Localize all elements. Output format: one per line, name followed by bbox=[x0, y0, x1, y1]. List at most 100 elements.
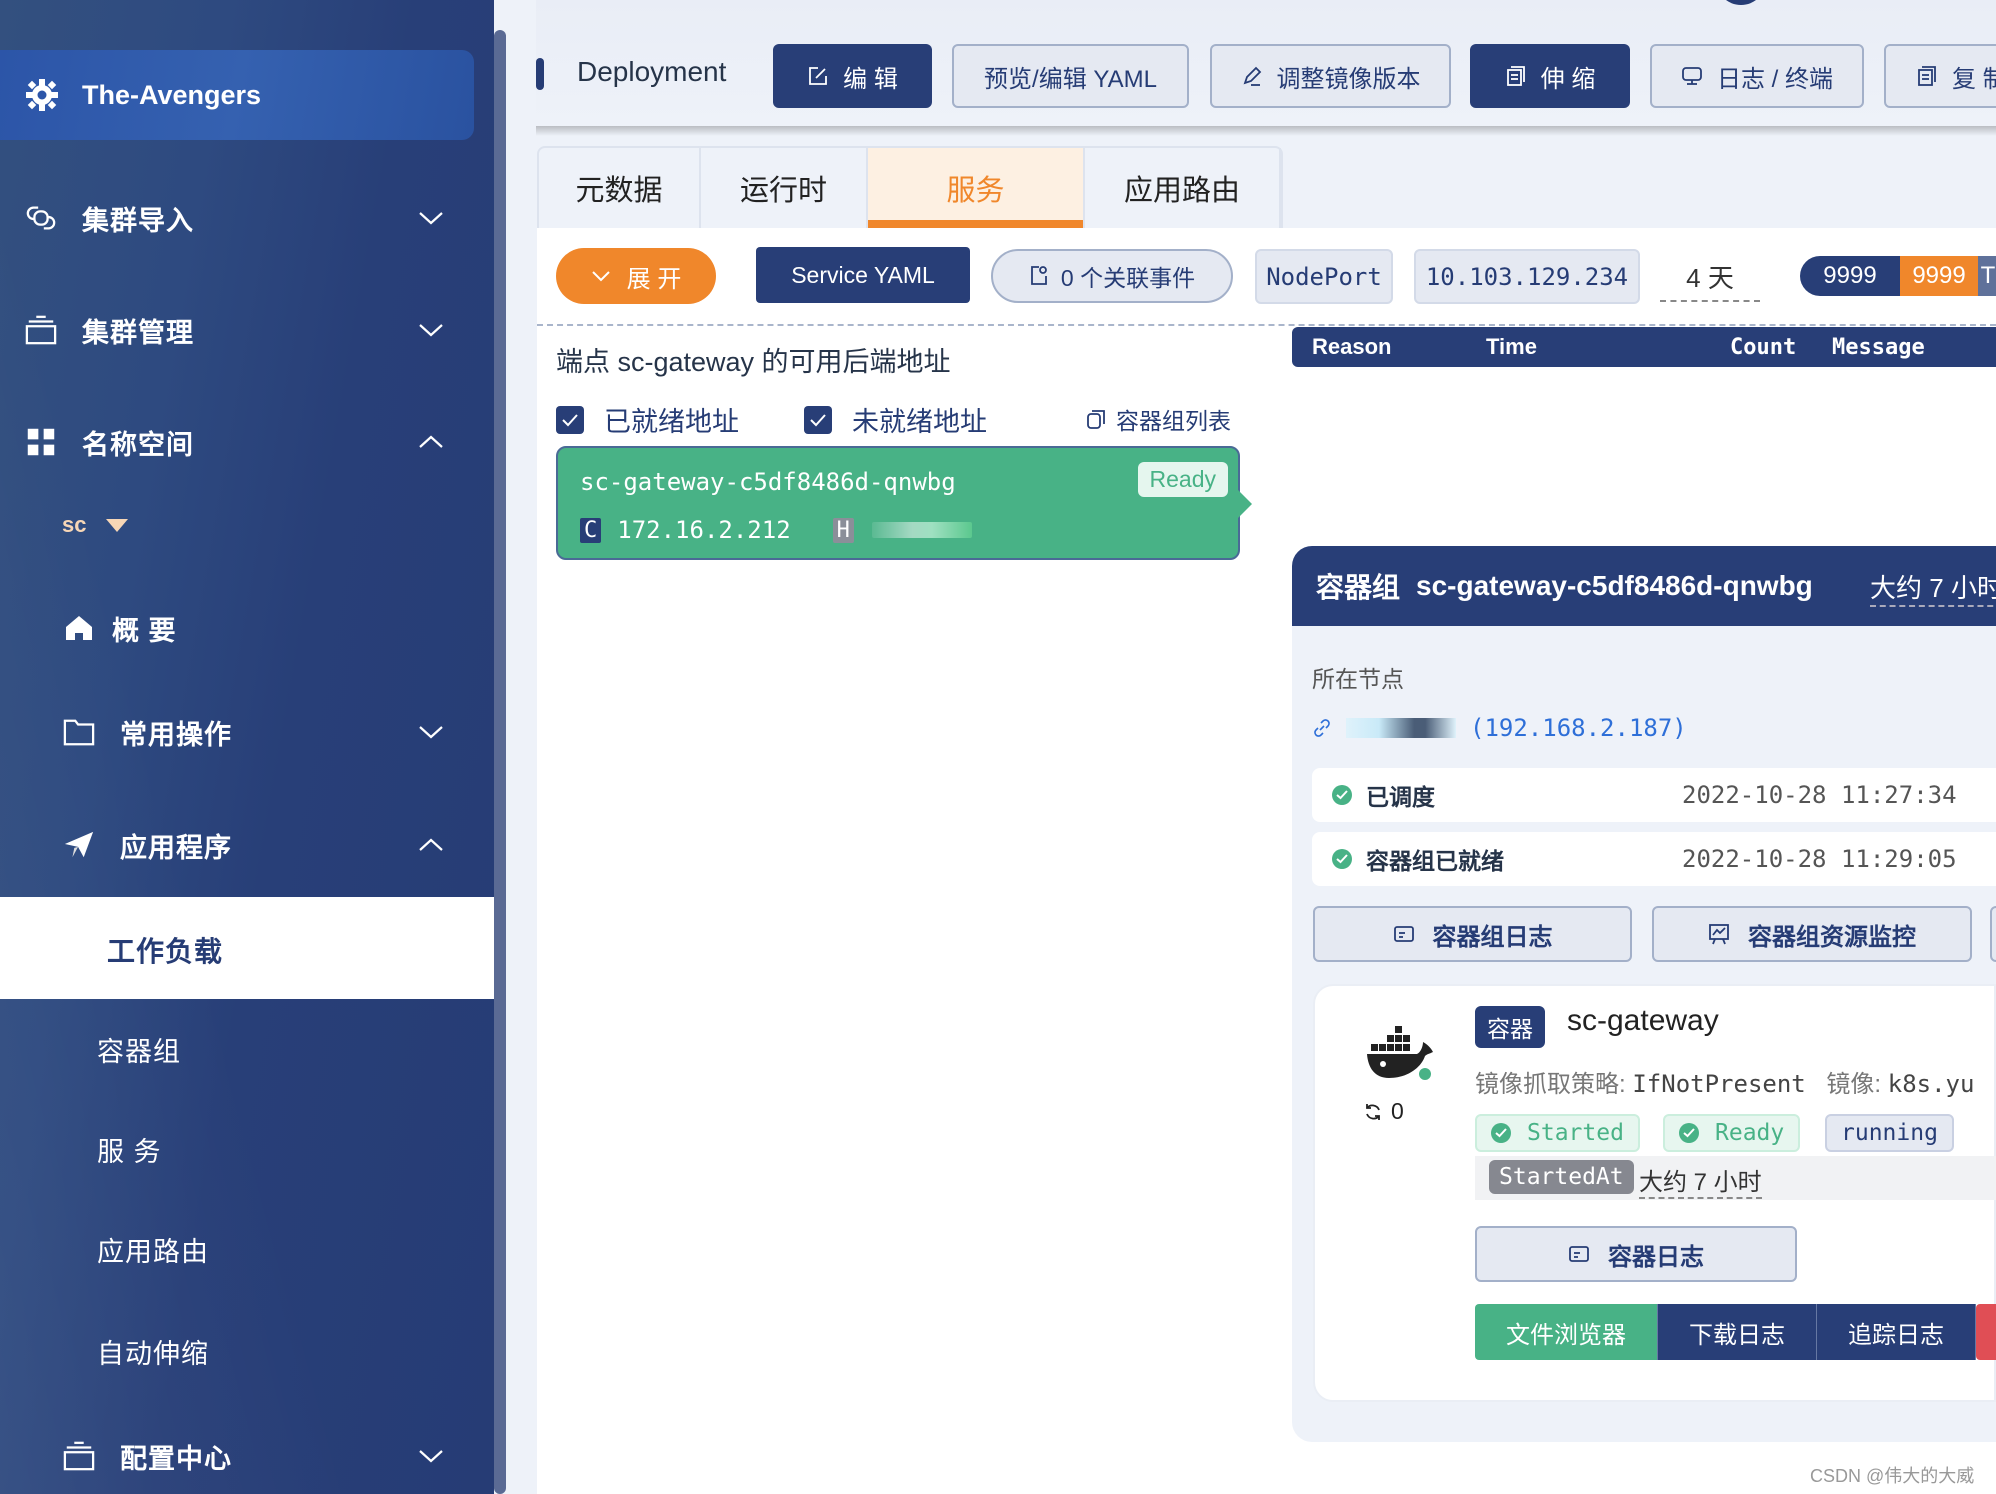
chevron-down-icon bbox=[419, 324, 443, 337]
endpoints-title: 端点 sc-gateway 的可用后端地址 bbox=[556, 347, 951, 377]
kind-indicator bbox=[536, 58, 544, 90]
pod-list-link[interactable]: 容器组列表 bbox=[1086, 402, 1231, 436]
folder-icon bbox=[62, 715, 96, 749]
service-type-chip: NodePort bbox=[1255, 249, 1393, 304]
node-label: 所在节点 bbox=[1312, 666, 1404, 692]
copy-icon bbox=[1506, 66, 1525, 86]
sidebar-item-autoscale[interactable]: 自动伸缩 bbox=[97, 1332, 209, 1371]
follow-logs-button[interactable]: 追踪日志 bbox=[1817, 1304, 1976, 1360]
log-icon bbox=[1393, 926, 1414, 942]
detail-tabs: 元数据 运行时 服务 应用路由 bbox=[537, 146, 1283, 228]
redacted-node-name bbox=[1346, 718, 1456, 738]
check-circle-icon bbox=[1491, 1123, 1511, 1143]
sidebar-item-ingress[interactable]: 应用路由 bbox=[97, 1230, 209, 1269]
col-count: Count bbox=[1730, 334, 1797, 360]
protocol: T bbox=[1978, 256, 1996, 296]
endpoint-status-badge: Ready bbox=[1137, 462, 1228, 497]
sidebar-item-pods[interactable]: 容器组 bbox=[97, 1030, 181, 1069]
chevron-up-icon bbox=[419, 838, 443, 851]
expand-button[interactable]: 展 开 bbox=[556, 248, 716, 304]
col-message: Message bbox=[1832, 334, 1925, 360]
copy-icon bbox=[1087, 410, 1105, 429]
logs-terminal-button[interactable]: 日志 / 终端 bbox=[1650, 44, 1864, 108]
cluster-ip-chip: 10.103.129.234 bbox=[1414, 249, 1640, 304]
container-action-bar: 文件浏览器 下载日志 追踪日志 bbox=[1475, 1304, 1996, 1360]
sidebar-scrollbar[interactable] bbox=[494, 30, 506, 1494]
check-circle-icon bbox=[1679, 1123, 1699, 1143]
condition-scheduled: 已调度 2022-10-28 11:27:34 bbox=[1312, 768, 1996, 822]
chevron-down-icon bbox=[419, 1450, 443, 1463]
yaml-button[interactable]: 预览/编辑 YAML bbox=[952, 44, 1189, 108]
sidebar-item-overview[interactable]: 概 要 bbox=[0, 598, 494, 658]
pod-more-button[interactable] bbox=[1990, 906, 1996, 962]
edit-icon bbox=[809, 67, 828, 85]
link-icon bbox=[1314, 719, 1330, 737]
sidebar-item-cluster-manage[interactable]: 集群管理 bbox=[0, 300, 494, 360]
container-tag: 容器 bbox=[1475, 1006, 1545, 1048]
toolbar-shadow bbox=[536, 126, 1996, 136]
tab-runtime[interactable]: 运行时 bbox=[701, 148, 868, 228]
started-at-label: StartedAt bbox=[1489, 1160, 1634, 1194]
namespace-select[interactable]: sc bbox=[62, 512, 129, 538]
cluster-brand[interactable]: The-Avengers bbox=[0, 50, 474, 140]
pod-age: 大约 7 小时 bbox=[1870, 568, 1996, 607]
adjust-image-button[interactable]: 调整镜像版本 bbox=[1210, 44, 1451, 108]
tab-ingress[interactable]: 应用路由 bbox=[1085, 148, 1281, 228]
gear-icon bbox=[24, 77, 60, 113]
endpoint-pod-name: sc-gateway-c5df8486d-qnwbg bbox=[580, 468, 956, 496]
chevron-down-icon bbox=[591, 271, 610, 282]
target-port: 9999 bbox=[1900, 256, 1978, 296]
bell-icon bbox=[1031, 266, 1047, 285]
sidebar-item-applications[interactable]: 应用程序 bbox=[0, 815, 494, 875]
paper-plane-icon bbox=[62, 828, 96, 862]
sidebar-item-workload-active[interactable] bbox=[0, 897, 494, 999]
chevron-down-icon bbox=[419, 212, 443, 225]
condition-ready: 容器组已就绪 2022-10-28 11:29:05 bbox=[1312, 832, 1996, 886]
chevron-up-icon bbox=[419, 435, 443, 448]
endpoint-ip: 172.16.2.212 bbox=[617, 516, 791, 544]
started-at-value: 大约 7 小时 bbox=[1639, 1162, 1762, 1199]
host-tag: H bbox=[832, 517, 854, 543]
tab-metadata[interactable]: 元数据 bbox=[539, 148, 701, 228]
layers-icon bbox=[62, 1439, 96, 1473]
download-logs-button[interactable]: 下载日志 bbox=[1658, 1304, 1817, 1360]
restart-count: 0 bbox=[1363, 1098, 1404, 1125]
sidebar-item-cluster-import[interactable]: 集群导入 bbox=[0, 188, 494, 248]
monitor-icon bbox=[1682, 67, 1702, 85]
resource-kind: Deployment bbox=[577, 56, 727, 87]
container-card: 0 容器 sc-gateway 镜像抓取策略: IfNotPresent 镜像:… bbox=[1313, 984, 1996, 1402]
sidebar-item-namespace[interactable]: 名称空间 bbox=[0, 412, 494, 472]
scale-button[interactable]: 伸 缩 bbox=[1470, 44, 1630, 108]
section-divider bbox=[537, 324, 1996, 326]
check-circle-icon bbox=[1332, 785, 1352, 805]
sidebar-item-config-center[interactable]: 配置中心 bbox=[0, 1426, 494, 1486]
endpoint-card[interactable]: sc-gateway-c5df8486d-qnwbg Ready C 172.1… bbox=[556, 446, 1252, 560]
sidebar-item-services[interactable]: 服 务 bbox=[97, 1130, 162, 1169]
port: 9999 bbox=[1800, 256, 1900, 296]
pod-name[interactable]: sc-gateway-c5df8486d-qnwbg bbox=[1416, 570, 1813, 602]
pod-monitor-button[interactable]: 容器组资源监控 bbox=[1652, 906, 1972, 962]
port-pill: 9999 9999 T bbox=[1800, 256, 1996, 296]
file-browser-button[interactable]: 文件浏览器 bbox=[1475, 1304, 1658, 1360]
notready-addresses-checkbox[interactable]: 未就绪地址 bbox=[804, 400, 987, 439]
main-gutter bbox=[506, 0, 536, 1494]
pod-logs-button[interactable]: 容器组日志 bbox=[1313, 906, 1632, 962]
container-logs-button[interactable]: 容器日志 bbox=[1475, 1226, 1797, 1282]
copy-button[interactable]: 复 制 bbox=[1884, 44, 1996, 108]
service-yaml-button[interactable]: Service YAML bbox=[756, 247, 970, 303]
layers-icon bbox=[24, 313, 58, 347]
copy-icon bbox=[1918, 66, 1936, 86]
checkbox-checked-icon bbox=[804, 405, 832, 434]
tab-services[interactable]: 服务 bbox=[868, 148, 1085, 228]
ready-addresses-checkbox[interactable]: 已就绪地址 bbox=[556, 400, 739, 439]
pod-title: 容器组 bbox=[1316, 572, 1401, 603]
edit-button[interactable]: 编 辑 bbox=[773, 44, 932, 108]
chevron-down-icon bbox=[419, 726, 443, 739]
redacted-host bbox=[871, 522, 972, 538]
node-link[interactable]: (192.168.2.187) bbox=[1312, 714, 1687, 742]
related-events-button[interactable]: 0 个关联事件 bbox=[991, 249, 1233, 303]
sidebar-item-workload-label: 工作负载 bbox=[107, 936, 224, 967]
sidebar-item-common-ops[interactable]: 常用操作 bbox=[0, 702, 494, 762]
danger-action-button[interactable] bbox=[1976, 1304, 1996, 1360]
col-time: Time bbox=[1486, 334, 1537, 359]
